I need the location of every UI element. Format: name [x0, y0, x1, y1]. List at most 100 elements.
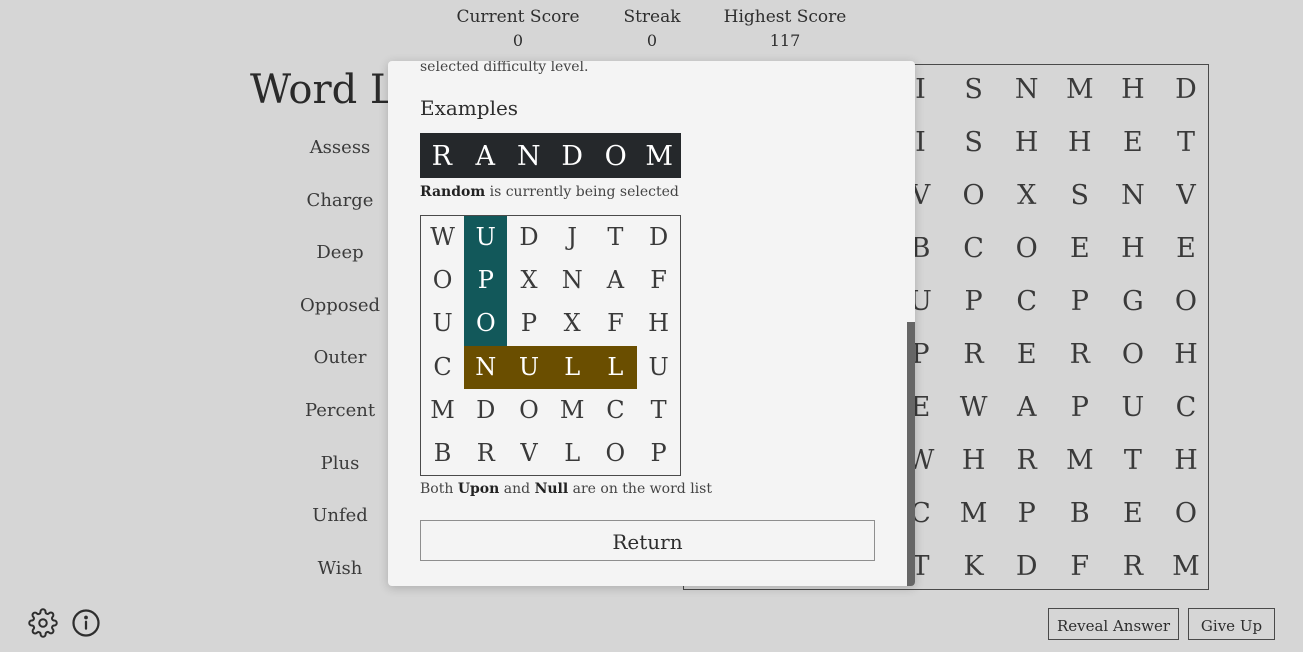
example-cell: P	[520, 309, 538, 338]
reveal-answer-button[interactable]: Reveal Answer	[1048, 608, 1179, 640]
word-item: Unfed	[312, 505, 368, 527]
example-cell: D	[648, 223, 669, 251]
example-cell: P	[650, 439, 667, 467]
grid-cell[interactable]: R	[1106, 540, 1159, 593]
gear-icon[interactable]	[28, 608, 58, 638]
grid-cell[interactable]: H	[1053, 116, 1106, 169]
word-item: Charge	[306, 189, 374, 211]
highest-score: Highest Score 117	[717, 6, 853, 52]
grid-cell[interactable]: R	[1053, 328, 1106, 381]
grid-cell[interactable]: H	[1160, 434, 1213, 487]
grid-cell[interactable]: G	[1106, 275, 1159, 328]
example-cell: L	[564, 439, 581, 467]
grid-cell[interactable]: S	[947, 116, 1000, 169]
grid-cell[interactable]: N	[1106, 169, 1159, 222]
grid-cell[interactable]: O	[1000, 222, 1053, 275]
highest-score-label: Highest Score	[723, 7, 847, 27]
example-cell: U	[648, 352, 669, 381]
example-cell: M	[559, 395, 585, 424]
grid-cell[interactable]: S	[947, 63, 1000, 116]
highest-score-value: 117	[769, 31, 801, 50]
give-up-button[interactable]: Give Up	[1188, 608, 1275, 640]
grid-cell[interactable]: V	[1160, 169, 1213, 222]
example-cell: P	[477, 266, 494, 295]
random-letter: R	[431, 141, 452, 172]
modal-scrollbar[interactable]	[907, 322, 915, 586]
streak: Streak 0	[610, 6, 694, 52]
grid-cell[interactable]: H	[1160, 328, 1213, 381]
grid-cell[interactable]: P	[1053, 381, 1106, 434]
grid-cell[interactable]: C	[1000, 275, 1053, 328]
example-cell: U	[475, 223, 496, 251]
grid-cell[interactable]: F	[1053, 540, 1106, 593]
grid-cell[interactable]: O	[1106, 328, 1159, 381]
grid-cell[interactable]: H	[1000, 116, 1053, 169]
example-cell: C	[606, 395, 625, 424]
grid-cell[interactable]: X	[1000, 169, 1053, 222]
word-item: Deep	[316, 242, 364, 264]
example-cell: O	[605, 439, 626, 467]
example-cell: U	[432, 309, 453, 338]
grid-cell[interactable]: D	[1000, 540, 1053, 593]
grid-cell[interactable]: E	[1160, 222, 1213, 275]
random-letter: O	[604, 141, 627, 172]
example-word-upon: Upon	[457, 481, 500, 497]
current-score-value: 0	[512, 31, 524, 50]
grid-cell[interactable]: N	[1000, 63, 1053, 116]
grid-cell[interactable]: E	[1106, 487, 1159, 540]
grid-cell[interactable]: B	[1053, 487, 1106, 540]
example-cell: X	[520, 266, 538, 295]
random-difficulty-example: RANDOM	[420, 133, 681, 178]
grid-cell[interactable]: P	[1000, 487, 1053, 540]
example-caption-post: are on the word list	[568, 481, 712, 497]
grid-cell[interactable]: O	[1160, 275, 1213, 328]
example-cell: M	[430, 395, 455, 424]
grid-cell[interactable]: R	[947, 328, 1000, 381]
grid-cell[interactable]: C	[1160, 381, 1213, 434]
grid-cell[interactable]: H	[947, 434, 1000, 487]
grid-cell[interactable]: M	[1053, 63, 1106, 116]
help-modal: selected difficulty level. Examples RAND…	[388, 61, 915, 586]
grid-cell[interactable]: E	[1053, 222, 1106, 275]
grid-cell[interactable]: O	[1160, 487, 1213, 540]
random-letter: M	[645, 141, 674, 172]
example-cell: V	[520, 439, 538, 467]
example-cell: F	[607, 309, 624, 338]
grid-cell[interactable]: H	[1106, 63, 1159, 116]
grid-cell[interactable]: M	[1160, 540, 1213, 593]
example-cell: L	[607, 352, 624, 381]
grid-cell[interactable]: E	[1000, 328, 1053, 381]
example-cell: O	[432, 266, 453, 295]
example-cell: N	[561, 266, 583, 295]
grid-cell[interactable]: C	[947, 222, 1000, 275]
example-cell: T	[607, 223, 624, 251]
grid-cell[interactable]: E	[1106, 116, 1159, 169]
grid-cell[interactable]: D	[1160, 63, 1213, 116]
info-icon[interactable]	[71, 608, 101, 638]
grid-cell[interactable]: M	[947, 487, 1000, 540]
grid-cell[interactable]: T	[1160, 116, 1213, 169]
grid-cell[interactable]: O	[947, 169, 1000, 222]
return-button[interactable]: Return	[420, 520, 875, 561]
examples-heading: Examples	[420, 96, 519, 120]
grid-cell[interactable]: P	[947, 275, 1000, 328]
example-cell: X	[563, 309, 581, 338]
word-item: Opposed	[299, 294, 381, 316]
grid-cell[interactable]: M	[1053, 434, 1106, 487]
grid-cell[interactable]: W	[947, 381, 1000, 434]
example-word-null: Null	[534, 481, 569, 497]
grid-cell[interactable]: H	[1106, 222, 1159, 275]
word-item: Percent	[304, 399, 376, 421]
example-cell: D	[519, 223, 539, 251]
streak-value: 0	[646, 31, 658, 50]
example-cell: H	[648, 309, 670, 338]
grid-cell[interactable]: T	[1106, 434, 1159, 487]
grid-cell[interactable]: A	[1000, 381, 1053, 434]
grid-cell[interactable]: U	[1106, 381, 1159, 434]
grid-cell[interactable]: R	[1000, 434, 1053, 487]
grid-cell[interactable]: K	[947, 540, 1000, 593]
random-caption-text: is currently being selected	[485, 184, 679, 200]
grid-cell[interactable]: P	[1053, 275, 1106, 328]
example-cell: L	[564, 352, 581, 381]
grid-cell[interactable]: S	[1053, 169, 1106, 222]
